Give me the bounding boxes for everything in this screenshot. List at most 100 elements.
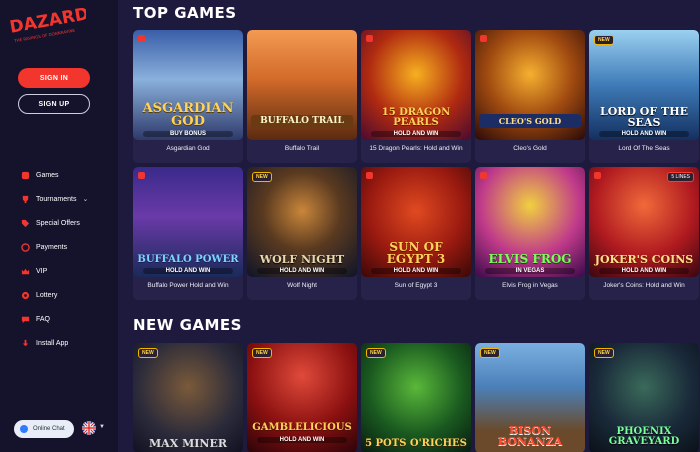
game-thumbnail[interactable]: NEW BISON BONANZA [475,343,585,452]
game-card-wolf-night[interactable]: NEW WOLF NIGHT HOLD AND WIN Wolf Night [247,167,357,300]
game-card-cleos-gold[interactable]: CLEO'S GOLD Cleo's Gold [475,30,585,163]
game-subtitle-art: IN VEGAS [485,268,575,274]
game-thumbnail[interactable]: NEW 5 POTS O'RICHES [361,343,471,452]
game-name: Sun of Egypt 3 [394,282,438,289]
chevron-down-icon[interactable]: ⌄ [82,195,88,203]
provider-badge-icon [480,172,487,179]
tag-icon [20,218,30,228]
game-card-buffalo-power[interactable]: BUFFALO POWER HOLD AND WIN Buffalo Power… [133,167,243,300]
sidebar-item-label: Special Offers [36,219,80,227]
sidebar-item-payments[interactable]: Payments [20,235,88,259]
game-title-art: MAX MINER [149,437,227,450]
game-subtitle-art: HOLD AND WIN [257,437,347,443]
game-thumbnail[interactable]: BUFFALO TRAIL [247,30,357,140]
sidebar-item-label: VIP [36,267,48,275]
lottery-icon [20,290,30,300]
provider-badge-icon [366,172,373,179]
sidebar-item-faq[interactable]: FAQ [20,307,88,331]
provider-badge-icon [480,35,487,42]
new-badge: NEW [480,348,500,358]
game-thumbnail[interactable]: NEW PHOENIX GRAVEYARD [589,343,699,452]
sidebar-item-label: Payments [36,243,68,251]
sidebar-item-label: Games [36,171,59,179]
game-thumbnail[interactable]: CLEO'S GOLD [475,30,585,140]
new-badge: NEW [366,348,386,358]
sidebar-item-tournaments[interactable]: Tournaments ⌄ [20,187,88,211]
game-card-bison-bonanza[interactable]: NEW BISON BONANZA [475,343,585,452]
sidebar-item-games[interactable]: Games [20,163,88,187]
uk-flag-icon[interactable] [82,421,96,435]
trophy-icon [20,194,30,204]
game-title-art: ASGARDIAN GOD [142,101,234,129]
game-card-phoenix-graveyard[interactable]: NEW PHOENIX GRAVEYARD [589,343,699,452]
new-badge: NEW [252,172,272,182]
game-card-asgardian-god[interactable]: ASGARDIAN GOD BUY BONUS Asgardian God [133,30,243,163]
game-title-art: BUFFALO POWER [137,254,239,265]
sidebar-nav: Games Tournaments ⌄ Special Offers Payme… [20,163,88,355]
sidebar-item-install-app[interactable]: Install App [20,331,88,355]
crown-icon [20,266,30,276]
game-name: Buffalo Trail [284,145,320,152]
game-subtitle-art: HOLD AND WIN [371,131,461,137]
game-card-sun-of-egypt-3[interactable]: SUN OF EGYPT 3 HOLD AND WIN Sun of Egypt… [361,167,471,300]
game-name: Wolf Night [287,282,317,289]
top-games-heading: TOP GAMES [133,4,237,22]
game-thumbnail[interactable]: NEW MAX MINER [133,343,243,452]
game-title-art: CLEO'S GOLD [479,114,581,128]
sidebar-item-label: FAQ [36,315,51,323]
game-name: 15 Dragon Pearls: Hold and Win [369,145,463,152]
game-name: Cleo's Gold [513,145,547,152]
game-title-art: BISON BONANZA [497,424,563,448]
dazard-logo[interactable]: DAZARD THE RAVINGS OF DONNRAVINE [8,4,90,46]
game-name: Buffalo Power Hold and Win [147,282,229,289]
game-card-max-miner[interactable]: NEW MAX MINER [133,343,243,452]
provider-badge-icon [594,172,601,179]
game-title-art: WOLF NIGHT [259,253,345,266]
language-dropdown-caret-icon[interactable]: ▼ [99,424,105,430]
sidebar-item-vip[interactable]: VIP [20,259,88,283]
game-title-art: ELVIS FROG [488,252,572,266]
game-thumbnail[interactable]: NEW GAMBLELICIOUS HOLD AND WIN [247,343,357,452]
game-thumbnail[interactable]: SUN OF EGYPT 3 HOLD AND WIN [361,167,471,277]
game-card-buffalo-trail[interactable]: BUFFALO TRAIL Buffalo Trail [247,30,357,163]
game-title-art: BUFFALO TRAIL [251,115,353,128]
provider-badge-icon [138,172,145,179]
game-title-art: 5 POTS O'RICHES [365,438,467,449]
game-name: Joker's Coins: Hold and Win [603,282,685,289]
online-chat-button[interactable]: Online Chat [14,420,74,438]
game-card-jokers-coins[interactable]: 5 LINES JOKER'S COINS HOLD AND WIN Joker… [589,167,699,300]
sign-up-button[interactable]: SIGN UP [18,94,90,114]
sidebar-item-special-offers[interactable]: Special Offers [20,211,88,235]
chat-icon [20,425,28,433]
game-subtitle-art: HOLD AND WIN [143,268,233,274]
game-title-art: 15 DRAGON PEARLS [381,107,451,128]
game-title-art: PHOENIX GRAVEYARD [608,426,680,447]
sidebar-item-lottery[interactable]: Lottery [20,283,88,307]
game-thumbnail[interactable]: NEW LORD OF THE SEAS HOLD AND WIN [589,30,699,140]
game-thumbnail[interactable]: BUFFALO POWER HOLD AND WIN [133,167,243,277]
game-card-5-pots-o-riches[interactable]: NEW 5 POTS O'RICHES [361,343,471,452]
game-thumbnail[interactable]: ELVIS FROG IN VEGAS [475,167,585,277]
sign-in-button[interactable]: SIGN IN [18,68,90,88]
new-badge: NEW [252,348,272,358]
game-card-gamblelicious[interactable]: NEW GAMBLELICIOUS HOLD AND WIN [247,343,357,452]
new-badge: NEW [594,348,614,358]
game-thumbnail[interactable]: NEW WOLF NIGHT HOLD AND WIN [247,167,357,277]
game-card-lord-of-the-seas[interactable]: NEW LORD OF THE SEAS HOLD AND WIN Lord O… [589,30,699,163]
game-title-art: LORD OF THE SEAS [599,105,688,129]
game-thumbnail[interactable]: 5 LINES JOKER'S COINS HOLD AND WIN [589,167,699,277]
new-games-heading: NEW GAMES [133,316,242,334]
game-card-15-dragon-pearls[interactable]: 15 DRAGON PEARLS HOLD AND WIN 15 Dragon … [361,30,471,163]
game-title-art: SUN OF EGYPT 3 [386,240,446,266]
dice-icon [20,170,30,180]
sidebar-item-label: Lottery [36,291,58,299]
game-name: Asgardian God [166,145,210,152]
lines-badge: 5 LINES [667,172,694,182]
game-thumbnail[interactable]: 15 DRAGON PEARLS HOLD AND WIN [361,30,471,140]
game-subtitle-art: HOLD AND WIN [599,131,689,137]
game-thumbnail[interactable]: ASGARDIAN GOD BUY BONUS [133,30,243,140]
sidebar-item-label: Install App [36,339,69,347]
game-subtitle-art: HOLD AND WIN [599,268,689,274]
sidebar: DAZARD THE RAVINGS OF DONNRAVINE SIGN IN… [0,0,118,452]
game-card-elvis-frog-in-vegas[interactable]: ELVIS FROG IN VEGAS Elvis Frog in Vegas [475,167,585,300]
